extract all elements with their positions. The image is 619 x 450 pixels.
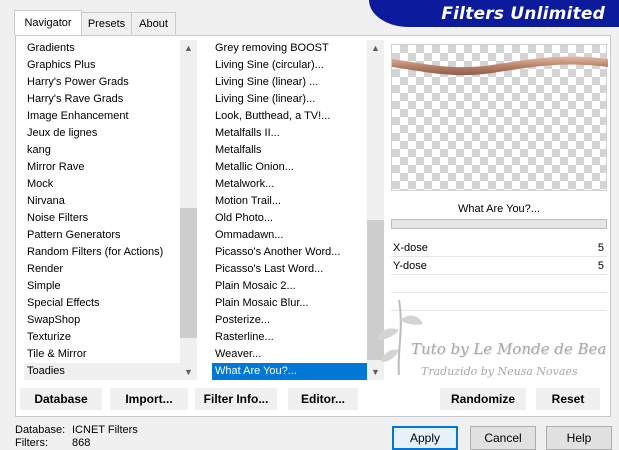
watermark-line-1: Tuto by Le Monde de Bea bbox=[411, 340, 607, 358]
flower-ornament-icon bbox=[377, 299, 423, 376]
filter-item[interactable]: Posterize... bbox=[212, 312, 367, 329]
category-item[interactable]: Texturize bbox=[24, 329, 180, 346]
category-item[interactable]: Jeux de lignes bbox=[24, 125, 180, 142]
banner-title: Filters Unlimited bbox=[441, 3, 605, 24]
filter-item[interactable]: Look, Butthead, a TV!... bbox=[212, 108, 367, 125]
cancel-button[interactable]: Cancel bbox=[470, 426, 536, 450]
category-item[interactable]: SwapShop bbox=[24, 312, 180, 329]
category-item[interactable]: Pattern Generators bbox=[24, 227, 180, 244]
category-item[interactable]: Random Filters (for Actions) bbox=[24, 244, 180, 261]
filter-preview bbox=[391, 44, 608, 191]
category-item[interactable]: Mock bbox=[24, 176, 180, 193]
param-row-y-dose[interactable]: Y-dose 5 bbox=[391, 258, 607, 275]
filter-item[interactable]: Metalfalls bbox=[212, 142, 367, 159]
category-item[interactable]: kang bbox=[24, 142, 180, 159]
tab-presets[interactable]: Presets bbox=[81, 12, 132, 34]
import-button[interactable]: Import... bbox=[110, 388, 188, 410]
filter-item[interactable]: Picasso's Last Word... bbox=[212, 261, 367, 278]
param-label: X-dose bbox=[393, 242, 428, 254]
category-item[interactable]: Special Effects bbox=[24, 295, 180, 312]
category-scrollbar[interactable]: ▲ ▼ bbox=[180, 40, 197, 380]
filter-item[interactable]: Picasso's Another Word... bbox=[212, 244, 367, 261]
filter-item[interactable]: Ommadawn... bbox=[212, 227, 367, 244]
watermark: Tuto by Le Monde de Bea Traduzido by Neu… bbox=[377, 290, 607, 385]
filter-progress-bar bbox=[391, 219, 607, 229]
category-scroll-thumb[interactable] bbox=[180, 208, 197, 338]
status-filters-value: 868 bbox=[72, 437, 91, 449]
tab-navigator[interactable]: Navigator bbox=[14, 10, 82, 35]
filter-item[interactable]: Plain Mosaic 2... bbox=[212, 278, 367, 295]
filter-item[interactable]: Weaver... bbox=[212, 346, 367, 363]
category-item[interactable]: Nirvana bbox=[24, 193, 180, 210]
category-item[interactable]: Graphics Plus bbox=[24, 57, 180, 74]
scroll-down-icon[interactable]: ▼ bbox=[180, 364, 197, 380]
filter-item[interactable]: Metalwork... bbox=[212, 176, 367, 193]
category-item[interactable]: Gradients bbox=[24, 40, 180, 57]
scroll-up-icon[interactable]: ▲ bbox=[180, 40, 197, 56]
category-item[interactable]: Image Enhancement bbox=[24, 108, 180, 125]
param-value[interactable]: 5 bbox=[598, 240, 604, 257]
category-item[interactable]: Simple bbox=[24, 278, 180, 295]
randomize-button[interactable]: Randomize bbox=[440, 388, 526, 410]
filter-item[interactable]: Metallic Onion... bbox=[212, 159, 367, 176]
reset-button[interactable]: Reset bbox=[536, 388, 600, 410]
status-filters-label: Filters: bbox=[15, 437, 48, 449]
category-item[interactable]: Mirror Rave bbox=[24, 159, 180, 176]
filter-item[interactable]: Grey removing BOOST bbox=[212, 40, 367, 57]
status-database-label: Database: bbox=[15, 424, 66, 436]
help-button[interactable]: Help bbox=[546, 426, 612, 450]
filter-item[interactable]: Rasterline... bbox=[212, 329, 367, 346]
filter-item[interactable]: What Are You?... bbox=[212, 363, 367, 380]
filter-title: What Are You?... bbox=[391, 201, 607, 218]
category-list[interactable]: Gradients Graphics Plus Harry's Power Grad… bbox=[24, 40, 180, 380]
category-item[interactable]: Harry's Rave Grads bbox=[24, 91, 180, 108]
category-item[interactable]: Tile & Mirror bbox=[24, 346, 180, 363]
filter-list[interactable]: Grey removing BOOST Living Sine (circular… bbox=[212, 40, 367, 380]
category-item[interactable]: Harry's Power Grads bbox=[24, 74, 180, 91]
filter-item[interactable]: Plain Mosaic Blur... bbox=[212, 295, 367, 312]
watermark-line-2: Traduzido by Neusa Novaes bbox=[421, 365, 578, 378]
tab-about[interactable]: About bbox=[131, 12, 176, 34]
filter-item[interactable]: Metalfalls II... bbox=[212, 125, 367, 142]
filter-item[interactable]: Living Sine (linear)... bbox=[212, 91, 367, 108]
param-label: Y-dose bbox=[393, 260, 427, 272]
filter-item[interactable]: Living Sine (linear) ... bbox=[212, 74, 367, 91]
category-item[interactable]: Render bbox=[24, 261, 180, 278]
category-item[interactable]: Toadies bbox=[24, 363, 180, 380]
param-value[interactable]: 5 bbox=[598, 258, 604, 275]
filter-item[interactable]: Living Sine (circular)... bbox=[212, 57, 367, 74]
category-item[interactable]: Noise Filters bbox=[24, 210, 180, 227]
wave-graphic bbox=[392, 56, 608, 76]
scroll-up-icon[interactable]: ▲ bbox=[367, 40, 384, 56]
apply-button[interactable]: Apply bbox=[392, 426, 458, 450]
filter-info-button[interactable]: Filter Info... bbox=[195, 388, 277, 410]
status-database-value: ICNET Filters bbox=[72, 424, 138, 436]
filter-item[interactable]: Old Photo... bbox=[212, 210, 367, 227]
editor-button[interactable]: Editor... bbox=[288, 388, 358, 410]
filters-unlimited-banner: Filters Unlimited bbox=[369, 0, 619, 27]
database-button[interactable]: Database bbox=[20, 388, 102, 410]
param-row-x-dose[interactable]: X-dose 5 bbox=[391, 240, 607, 257]
filter-item[interactable]: Motion Trail... bbox=[212, 193, 367, 210]
